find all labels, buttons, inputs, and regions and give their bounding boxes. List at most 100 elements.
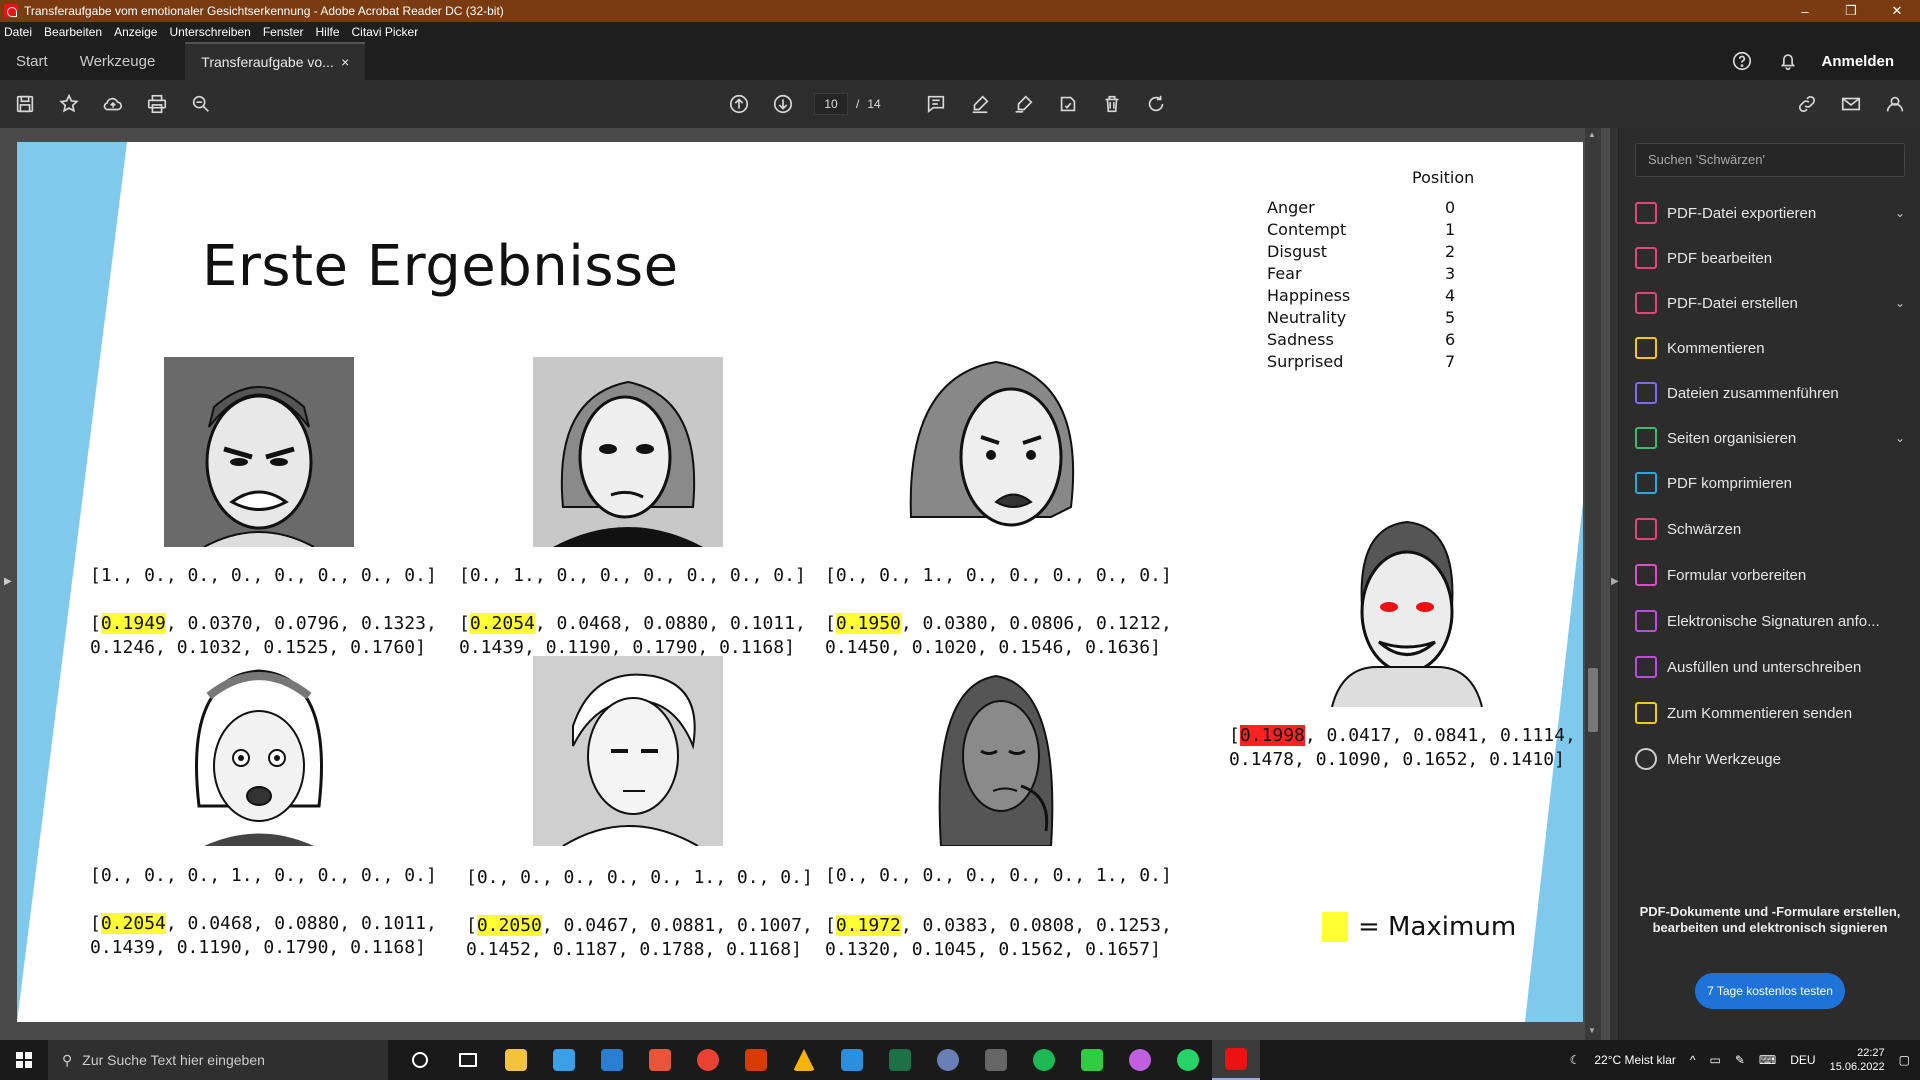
sign-icon[interactable] <box>1011 91 1037 117</box>
app-globe-icon[interactable] <box>924 1040 972 1080</box>
page-down-icon[interactable] <box>770 91 796 117</box>
print-icon[interactable] <box>144 91 170 117</box>
tab-document[interactable]: Transferaufgabe vo... × <box>185 42 366 80</box>
weather-icon[interactable]: ☾ <box>1570 1053 1581 1067</box>
menu-citavi-picker[interactable]: Citavi Picker <box>352 25 419 39</box>
store-icon[interactable] <box>540 1040 588 1080</box>
tab-werkzeuge[interactable]: Werkzeuge <box>64 42 172 80</box>
help-icon[interactable] <box>1729 48 1755 74</box>
tool-comment[interactable]: Kommentieren <box>1635 333 1905 363</box>
file-explorer-icon[interactable] <box>492 1040 540 1080</box>
app-gray-icon[interactable] <box>972 1040 1020 1080</box>
acrobat-taskbar-icon[interactable] <box>1212 1040 1260 1080</box>
fill-sign-icon[interactable] <box>1055 91 1081 117</box>
panel-collapse-icon[interactable]: ▶ <box>1611 576 1619 587</box>
chevron-down-icon[interactable]: ⌄ <box>1895 431 1905 445</box>
scroll-up-icon[interactable]: ▲ <box>1588 130 1596 139</box>
menu-datei[interactable]: Datei <box>4 25 32 39</box>
prediction-sadness: [0.1972, 0.0383, 0.0808, 0.1253, <box>825 915 1172 936</box>
excel-icon[interactable] <box>876 1040 924 1080</box>
mail-app-icon[interactable] <box>588 1040 636 1080</box>
notification-bell-icon[interactable] <box>1775 48 1801 74</box>
tool-create-pdf[interactable]: PDF-Datei erstellen ⌄ <box>1635 288 1905 318</box>
tool-fill-sign[interactable]: Ausfüllen und unterschreiben <box>1635 652 1905 682</box>
menu-fenster[interactable]: Fenster <box>263 25 304 39</box>
panel-divider[interactable]: ▶ <box>1610 128 1619 1040</box>
tray-chevron-icon[interactable]: ^ <box>1690 1053 1696 1067</box>
zoom-search-icon[interactable] <box>188 91 214 117</box>
cloud-upload-icon[interactable] <box>100 91 126 117</box>
keyboard-icon[interactable]: ⌨ <box>1759 1053 1776 1067</box>
tool-combine-files[interactable]: Dateien zusammenführen <box>1635 378 1905 408</box>
menu-unterschreiben[interactable]: Unterschreiben <box>169 25 250 39</box>
task-view-icon[interactable] <box>444 1040 492 1080</box>
rotate-icon[interactable] <box>1143 91 1169 117</box>
tool-compress-pdf[interactable]: PDF komprimieren <box>1635 468 1905 498</box>
share-link-icon[interactable] <box>1794 91 1820 117</box>
tool-search-input[interactable]: Suchen 'Schwärzen' <box>1635 143 1905 177</box>
delete-icon[interactable] <box>1099 91 1125 117</box>
minimize-button[interactable]: – <box>1782 0 1828 22</box>
page-up-icon[interactable] <box>726 91 752 117</box>
app-color-icon[interactable] <box>1116 1040 1164 1080</box>
menu-bearbeiten[interactable]: Bearbeiten <box>44 25 102 39</box>
tab-close-icon[interactable]: × <box>341 54 349 70</box>
pen-icon[interactable]: ✎ <box>1735 1053 1745 1067</box>
whatsapp-icon[interactable] <box>1164 1040 1212 1080</box>
promo-text: PDF-Dokumente und -Formulare erstellen, … <box>1639 904 1901 935</box>
office-icon[interactable] <box>732 1040 780 1080</box>
tool-send-for-comments[interactable]: Zum Kommentieren senden <box>1635 698 1905 728</box>
prediction-fear: [0.2054, 0.0468, 0.0880, 0.1011, <box>90 913 437 934</box>
app-green-icon[interactable] <box>1068 1040 1116 1080</box>
vertical-scrollbar[interactable]: ▲ ▼ <box>1585 128 1601 1040</box>
save-icon[interactable] <box>12 91 38 117</box>
close-button[interactable]: ✕ <box>1874 0 1920 22</box>
page-number-input[interactable]: 10 <box>814 93 848 115</box>
spotify-icon[interactable] <box>1020 1040 1068 1080</box>
star-icon[interactable] <box>56 91 82 117</box>
tool-request-signatures[interactable]: Elektronische Signaturen anfo... <box>1635 606 1905 636</box>
account-icon[interactable] <box>1882 91 1908 117</box>
network-icon[interactable]: ▭ <box>1710 1053 1721 1067</box>
tool-prepare-form[interactable]: Formular vorbereiten <box>1635 560 1905 590</box>
legend-row: Happiness 4 <box>1267 286 1456 305</box>
menu-hilfe[interactable]: Hilfe <box>316 25 340 39</box>
taskbar-search[interactable]: ⚲ Zur Suche Text hier eingeben <box>48 1040 388 1080</box>
language-indicator[interactable]: DEU <box>1790 1053 1815 1067</box>
menu-anzeige[interactable]: Anzeige <box>114 25 157 39</box>
highlight-pen-icon[interactable] <box>967 91 993 117</box>
legend-row: Contempt 1 <box>1267 220 1456 239</box>
label-vector-contempt: [0., 1., 0., 0., 0., 0., 0., 0.] <box>459 565 806 586</box>
notifications-icon[interactable]: ▢ <box>1899 1053 1910 1067</box>
tool-more-tools[interactable]: Mehr Werkzeuge <box>1635 744 1905 774</box>
more-tools-icon <box>1635 748 1657 770</box>
free-trial-button[interactable]: 7 Tage kostenlos testen <box>1695 973 1845 1009</box>
maximize-button[interactable]: ❐ <box>1828 0 1874 22</box>
signin-button[interactable]: Anmelden <box>1821 53 1894 70</box>
redact-icon <box>1635 518 1657 540</box>
edit-pdf-icon <box>1635 247 1657 269</box>
comment-icon[interactable] <box>923 91 949 117</box>
left-panel-toggle-icon[interactable]: ▶ <box>4 576 12 587</box>
app-yellow-icon[interactable] <box>780 1040 828 1080</box>
office-app-icon[interactable] <box>636 1040 684 1080</box>
fill-sign-icon <box>1635 656 1657 678</box>
search-icon: ⚲ <box>62 1051 73 1068</box>
chevron-down-icon[interactable]: ⌄ <box>1895 206 1905 220</box>
tool-redact[interactable]: Schwärzen <box>1635 514 1905 544</box>
clock[interactable]: 22:27 15.06.2022 <box>1830 1046 1885 1074</box>
scrollbar-thumb[interactable] <box>1588 668 1598 732</box>
tab-start[interactable]: Start <box>0 42 64 80</box>
cortana-icon[interactable] <box>396 1040 444 1080</box>
vscode-icon[interactable] <box>828 1040 876 1080</box>
weather-text[interactable]: 22°C Meist klar <box>1594 1053 1676 1067</box>
mail-icon[interactable] <box>1838 91 1864 117</box>
chevron-down-icon[interactable]: ⌄ <box>1895 296 1905 310</box>
scroll-down-icon[interactable]: ▼ <box>1588 1026 1596 1035</box>
face-image-contempt <box>533 357 723 547</box>
tool-edit-pdf[interactable]: PDF bearbeiten <box>1635 243 1905 273</box>
tool-organize-pages[interactable]: Seiten organisieren ⌄ <box>1635 423 1905 453</box>
tool-export-pdf[interactable]: PDF-Datei exportieren ⌄ <box>1635 198 1905 228</box>
chrome-icon[interactable] <box>684 1040 732 1080</box>
start-button[interactable] <box>0 1040 48 1080</box>
